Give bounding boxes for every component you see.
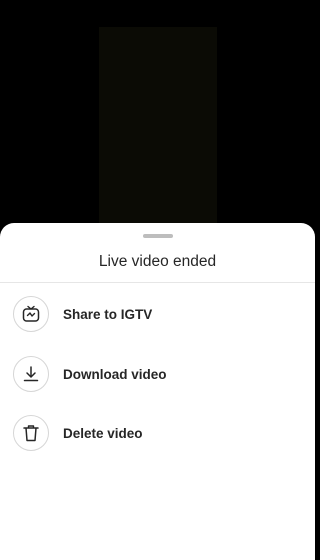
- option-label: Download video: [63, 366, 167, 382]
- video-preview: [99, 27, 217, 227]
- screen: Live video ended Share to IGTV Download …: [0, 0, 315, 560]
- divider: [0, 282, 315, 283]
- download-video-button[interactable]: Download video: [0, 349, 315, 399]
- option-label: Share to IGTV: [63, 306, 153, 322]
- share-to-igtv-button[interactable]: Share to IGTV: [0, 289, 315, 339]
- trash-icon: [13, 415, 49, 451]
- option-label: Delete video: [63, 425, 143, 441]
- igtv-icon: [13, 296, 49, 332]
- delete-video-button[interactable]: Delete video: [0, 408, 315, 458]
- sheet-title: Live video ended: [98, 253, 217, 270]
- bottom-sheet: Live video ended Share to IGTV Download …: [0, 223, 315, 560]
- download-icon: [13, 356, 49, 392]
- sheet-grabber-handle[interactable]: [143, 234, 173, 238]
